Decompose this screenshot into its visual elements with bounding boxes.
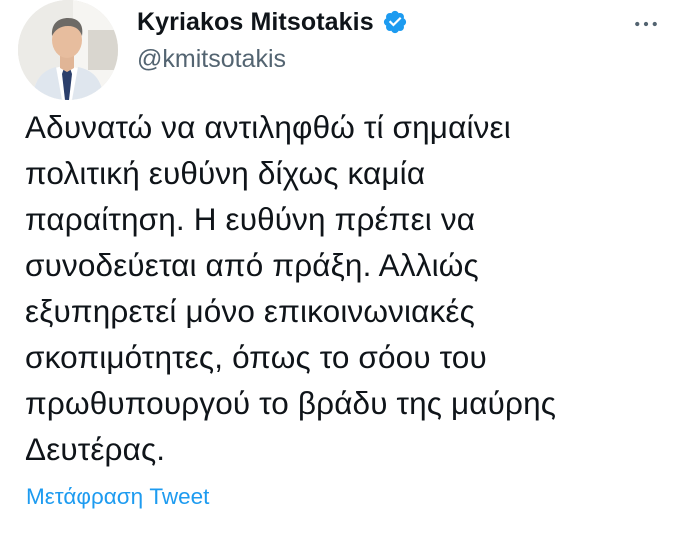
display-name[interactable]: Kyriakos Mitsotakis xyxy=(137,8,374,37)
profile-photo-icon xyxy=(18,0,118,100)
tweet-text: Αδυνατώ να αντιληφθώ τί σημαίνει πολιτικ… xyxy=(25,109,557,467)
translate-tweet-link[interactable]: Μετάφραση Tweet xyxy=(26,484,209,510)
name-row: Kyriakos Mitsotakis xyxy=(137,6,620,38)
tweet-header: Kyriakos Mitsotakis @kmitsotakis xyxy=(137,6,620,74)
tweet-card: Kyriakos Mitsotakis @kmitsotakis Αδυνατώ… xyxy=(0,0,680,535)
avatar[interactable] xyxy=(18,0,118,100)
more-options-button[interactable] xyxy=(626,4,666,44)
author-handle[interactable]: @kmitsotakis xyxy=(137,45,620,74)
verified-badge-icon xyxy=(382,9,408,35)
more-horizontal-icon xyxy=(635,21,657,27)
